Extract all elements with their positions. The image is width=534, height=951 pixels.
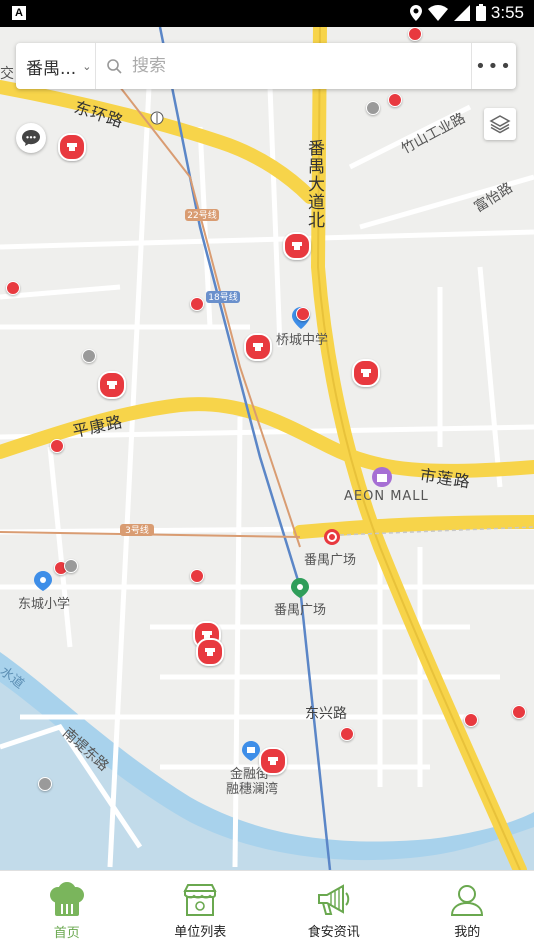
place-panyu-square[interactable]: 番禺广场	[274, 599, 326, 618]
restaurant-marker-small[interactable]	[388, 93, 402, 107]
restaurant-marker[interactable]	[352, 359, 380, 387]
tab-unit-list[interactable]: 单位列表	[134, 871, 268, 951]
place-qiaocheng[interactable]: 桥城中学	[276, 329, 328, 348]
status-icons	[410, 4, 486, 21]
metro-badge-22: 22号线	[187, 209, 216, 221]
restaurant-marker-small[interactable]	[512, 705, 526, 719]
restaurant-marker-small[interactable]	[190, 297, 204, 311]
inactive-marker-small[interactable]	[82, 349, 96, 363]
park-poi-icon[interactable]	[291, 578, 309, 598]
store-icon	[182, 883, 218, 917]
user-icon	[449, 883, 485, 917]
road-label-dongxing: 东兴路	[305, 703, 347, 723]
metro-badge-3: 3号线	[125, 524, 149, 536]
clock: 3:55	[491, 3, 524, 23]
restaurant-marker-small[interactable]	[464, 713, 478, 727]
restaurant-marker-small[interactable]	[190, 569, 204, 583]
mall-poi-icon[interactable]	[372, 467, 392, 487]
bank-poi-icon[interactable]	[242, 741, 260, 761]
restaurant-marker[interactable]	[98, 371, 126, 399]
map-view[interactable]: 22号线 18号线 3号线 东环路 番禺大道北 平康路 市莲路 竹山工业路 富怡…	[0, 27, 534, 870]
tab-food-safety-news[interactable]: 食安资讯	[267, 871, 401, 951]
restaurant-marker-small[interactable]	[50, 439, 64, 453]
restaurant-marker-small[interactable]	[6, 281, 20, 295]
tab-profile-label: 我的	[454, 921, 480, 940]
restaurant-marker[interactable]	[283, 232, 311, 260]
road-label-panyu-dadao: 番禺大道北	[302, 139, 327, 229]
inactive-marker-small[interactable]	[64, 559, 78, 573]
search-bar: 番禺... ⌄ •••	[16, 43, 516, 89]
restaurant-marker-small[interactable]	[340, 727, 354, 741]
restaurant-marker[interactable]	[196, 638, 224, 666]
city-selector[interactable]: 番禺... ⌄	[16, 43, 96, 89]
inactive-marker-small[interactable]	[38, 777, 52, 791]
layers-icon	[489, 114, 511, 134]
restaurant-marker[interactable]	[259, 747, 287, 775]
chat-button[interactable]	[16, 123, 46, 153]
place-aeon[interactable]: AEON MALL	[344, 489, 429, 504]
search-field[interactable]	[96, 43, 471, 89]
restaurant-marker[interactable]	[244, 333, 272, 361]
chevron-down-icon: ⌄	[82, 60, 91, 73]
place-panyu-square-station[interactable]: 番禺广场	[304, 549, 356, 568]
restaurant-marker-small[interactable]	[296, 307, 310, 321]
metro-badge-18: 18号线	[208, 291, 237, 303]
signal-icon	[454, 5, 470, 21]
inactive-marker-small[interactable]	[366, 101, 380, 115]
restaurant-marker[interactable]	[58, 133, 86, 161]
bottom-tab-bar: 首页 单位列表 食安资讯 我的	[0, 870, 534, 951]
more-dots-icon: •••	[475, 56, 513, 77]
tab-home[interactable]: 首页	[0, 871, 134, 951]
place-dongcheng[interactable]: 东城小学	[18, 593, 70, 612]
road-label-jiao: 交	[0, 63, 14, 83]
chef-hat-icon	[48, 882, 86, 918]
tab-unit-list-label: 单位列表	[174, 921, 226, 940]
compass-poi-icon	[150, 111, 164, 125]
location-icon	[410, 5, 422, 21]
battery-icon	[476, 4, 486, 21]
restaurant-marker-small[interactable]	[408, 27, 422, 41]
chat-bubble-icon	[21, 129, 41, 147]
megaphone-icon	[315, 883, 353, 917]
station-poi-icon[interactable]	[324, 529, 340, 545]
map-layers-button[interactable]	[484, 108, 516, 140]
more-options-button[interactable]: •••	[471, 43, 516, 89]
place-rongsui[interactable]: 融穗澜湾	[226, 778, 278, 797]
tab-food-safety-news-label: 食安资讯	[308, 921, 360, 940]
search-icon	[106, 58, 122, 74]
city-name: 番禺...	[26, 54, 76, 79]
school-poi-icon-2[interactable]	[34, 571, 52, 591]
status-bar: A 3:55	[0, 0, 534, 27]
tab-home-label: 首页	[54, 922, 80, 941]
search-input[interactable]	[130, 55, 434, 77]
app-notification-icon: A	[12, 6, 26, 20]
wifi-icon	[428, 5, 448, 21]
tab-profile[interactable]: 我的	[401, 871, 534, 951]
